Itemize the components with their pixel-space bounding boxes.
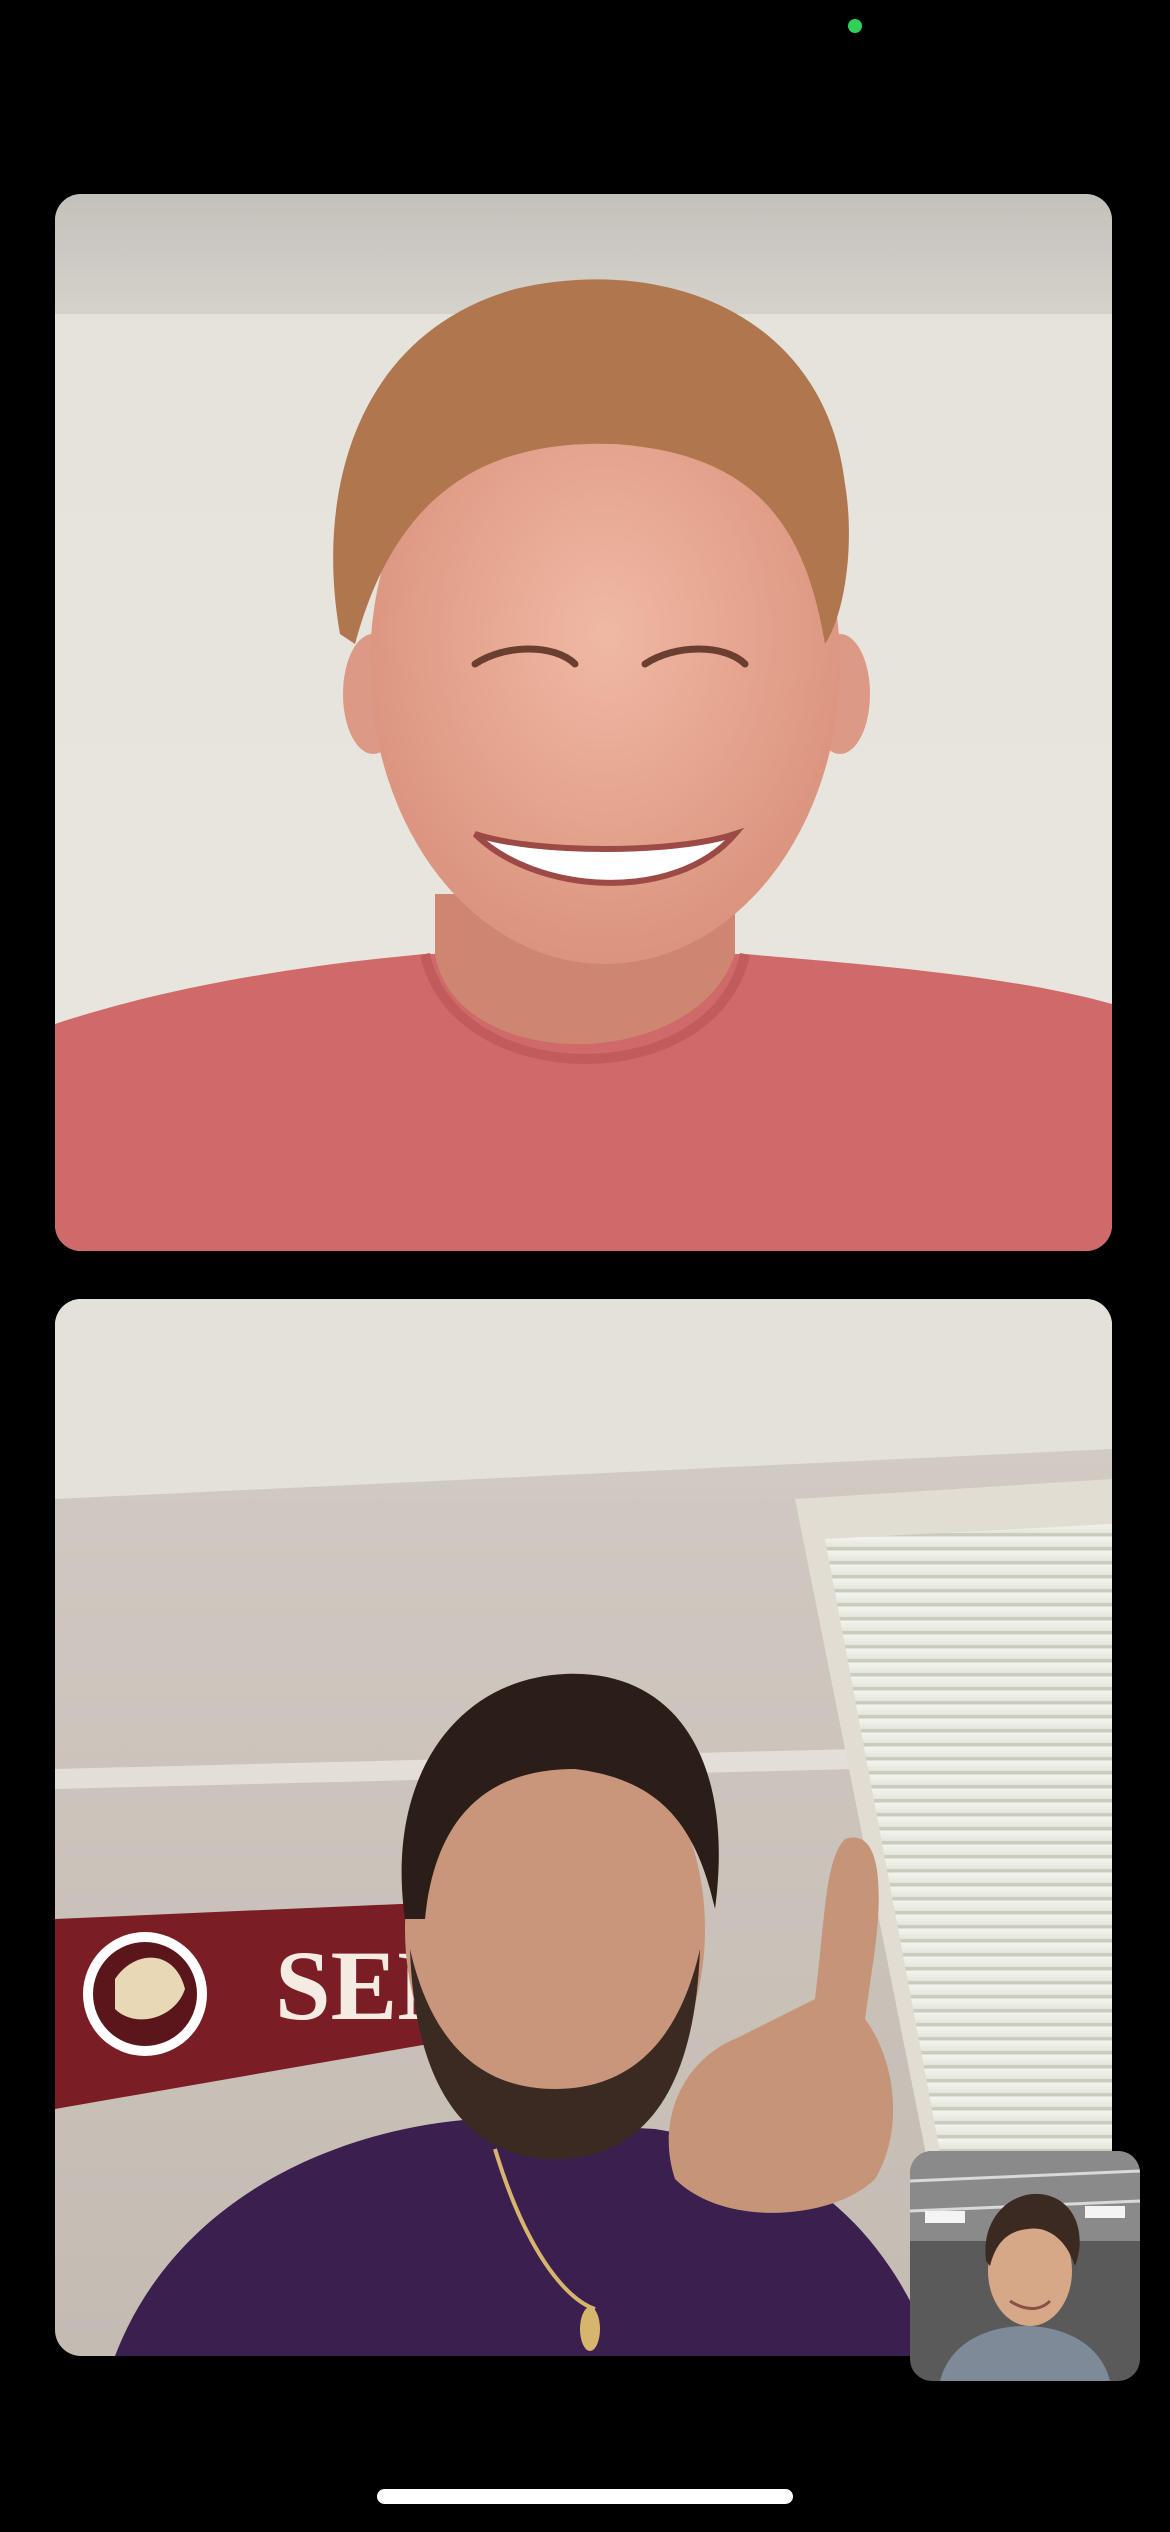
self-view-feed	[910, 2151, 1140, 2381]
camera-in-use-indicator	[848, 19, 862, 33]
home-indicator[interactable]	[377, 2489, 793, 2504]
participant-video-top-feed	[55, 194, 1112, 1251]
self-view-preview[interactable]	[910, 2151, 1140, 2381]
participant-video-top[interactable]	[55, 194, 1112, 1251]
